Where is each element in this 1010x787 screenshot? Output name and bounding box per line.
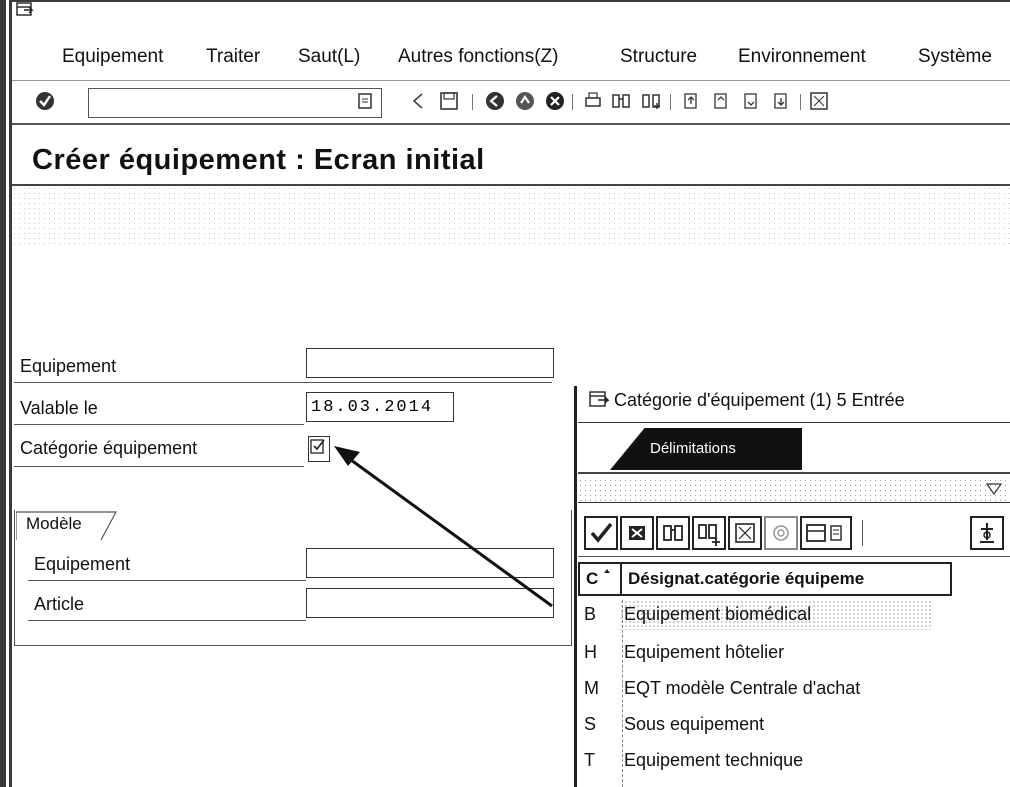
find-button[interactable] bbox=[656, 516, 690, 550]
row-description: Equipement hôtelier bbox=[624, 642, 785, 662]
confirm-button[interactable] bbox=[584, 516, 618, 550]
exit-icon[interactable] bbox=[514, 90, 536, 112]
list-row-s[interactable]: S Sous equipement bbox=[580, 708, 1010, 742]
menu-saut[interactable]: Saut(L) bbox=[298, 46, 360, 68]
sort-ascending-icon bbox=[604, 569, 610, 573]
menu-traiter[interactable]: Traiter bbox=[206, 46, 260, 68]
list-row-h[interactable]: H Equipement hôtelier bbox=[580, 636, 1010, 670]
cancel-icon[interactable] bbox=[544, 90, 566, 112]
row-description: Sous equipement bbox=[624, 714, 765, 734]
window-frame-left bbox=[0, 0, 12, 787]
col-header-code-label: C bbox=[586, 569, 599, 588]
valable-le-label: Valable le bbox=[20, 398, 98, 418]
disabled-button[interactable] bbox=[764, 516, 798, 550]
page-title: Créer équipement : Ecran initial bbox=[32, 144, 485, 176]
col-header-designation[interactable]: Désignat.catégorie équipeme bbox=[620, 562, 952, 596]
menu-bar: Equipement Traiter Saut(L) Autres foncti… bbox=[12, 40, 1010, 70]
back-green-icon[interactable] bbox=[484, 90, 506, 112]
popup-title: Catégorie d'équipement (1) 5 Entrée bbox=[614, 390, 905, 410]
modele-equipement-input[interactable] bbox=[306, 548, 554, 578]
checkmark-icon bbox=[590, 522, 613, 543]
menu-equipement[interactable]: Equipement bbox=[62, 46, 163, 68]
popup-system-icon[interactable] bbox=[588, 390, 612, 410]
find-next-button[interactable] bbox=[692, 516, 726, 550]
row-description: Equipement biomédical bbox=[624, 604, 812, 624]
modele-article-input[interactable] bbox=[306, 588, 554, 618]
modele-article-label: Article bbox=[34, 594, 85, 614]
cancel-x-icon bbox=[629, 526, 645, 540]
modele-equipement-label: Equipement bbox=[34, 554, 131, 574]
col-header-designation-label: Désignat.catégorie équipeme bbox=[628, 569, 865, 588]
column-divider bbox=[622, 600, 624, 787]
label-underline bbox=[14, 382, 552, 383]
enter-icon[interactable] bbox=[34, 90, 56, 112]
input-history-icon[interactable] bbox=[354, 90, 376, 112]
find-icon[interactable] bbox=[610, 90, 632, 112]
document-list-icon bbox=[806, 524, 842, 542]
filter-grid-icon bbox=[735, 523, 755, 543]
print-list-button[interactable] bbox=[800, 516, 852, 550]
valable-le-input[interactable] bbox=[306, 392, 454, 422]
list-row-m[interactable]: M EQT modèle Centrale d'achat bbox=[580, 672, 1010, 706]
row-code: T bbox=[584, 750, 595, 770]
binoculars-icon bbox=[663, 525, 683, 541]
last-page-icon[interactable] bbox=[770, 90, 792, 112]
label-underline bbox=[28, 620, 306, 621]
previous-page-icon[interactable] bbox=[710, 90, 732, 112]
save-icon[interactable] bbox=[438, 90, 460, 112]
menu-structure[interactable]: Structure bbox=[620, 46, 697, 68]
label-underline bbox=[14, 466, 304, 467]
cancel-popup-button[interactable] bbox=[620, 516, 654, 550]
print-icon[interactable] bbox=[582, 90, 604, 112]
menu-systeme[interactable]: Système bbox=[918, 46, 992, 68]
popup-toolbar-separator bbox=[862, 520, 863, 546]
system-menu-icon[interactable] bbox=[16, 2, 36, 18]
col-header-code[interactable]: C bbox=[578, 562, 622, 596]
equipement-label: Equipement bbox=[20, 356, 117, 376]
popup-title-divider bbox=[578, 422, 1010, 423]
binoculars-plus-icon bbox=[698, 524, 720, 546]
label-underline bbox=[28, 580, 306, 581]
command-field[interactable] bbox=[88, 88, 382, 118]
toolbar-separator bbox=[472, 94, 473, 110]
tab-delimitations-label: Délimitations bbox=[650, 440, 736, 457]
list-row-t[interactable]: T Equipement technique bbox=[580, 744, 1010, 778]
toolbar-separator bbox=[800, 94, 801, 110]
popup-scroll-strip bbox=[578, 478, 1010, 503]
restrict-button[interactable] bbox=[728, 516, 762, 550]
fingerprint-icon bbox=[773, 525, 789, 541]
row-description: EQT modèle Centrale d'achat bbox=[624, 678, 861, 698]
settings-button[interactable] bbox=[970, 516, 1004, 550]
back-arrow-icon[interactable] bbox=[408, 90, 430, 112]
toolbar-separator bbox=[572, 94, 573, 110]
toolbar-separator bbox=[670, 94, 671, 110]
first-page-icon[interactable] bbox=[680, 90, 702, 112]
row-code: M bbox=[584, 678, 599, 698]
row-code: H bbox=[584, 642, 597, 662]
window-frame-top bbox=[12, 0, 1010, 2]
equipement-input[interactable] bbox=[306, 348, 554, 378]
layout-icon[interactable] bbox=[808, 90, 830, 112]
row-code: B bbox=[584, 604, 597, 624]
find-next-icon[interactable] bbox=[640, 90, 662, 112]
next-page-icon[interactable] bbox=[740, 90, 762, 112]
dotted-background bbox=[12, 186, 1010, 246]
wrench-icon bbox=[980, 523, 994, 543]
modele-group-title: Modèle bbox=[26, 514, 82, 533]
list-row-b[interactable]: B Equipement biomédical bbox=[580, 598, 1010, 632]
categorie-equipement-label: Catégorie équipement bbox=[20, 438, 198, 458]
expand-down-icon[interactable] bbox=[984, 480, 1004, 498]
menu-environnement[interactable]: Environnement bbox=[738, 46, 866, 68]
label-underline bbox=[14, 424, 304, 425]
menu-autres-fonctions[interactable]: Autres fonctions(Z) bbox=[398, 46, 559, 68]
row-description: Equipement technique bbox=[624, 750, 804, 770]
row-code: S bbox=[584, 714, 597, 734]
f4-help-icon[interactable] bbox=[310, 438, 326, 456]
